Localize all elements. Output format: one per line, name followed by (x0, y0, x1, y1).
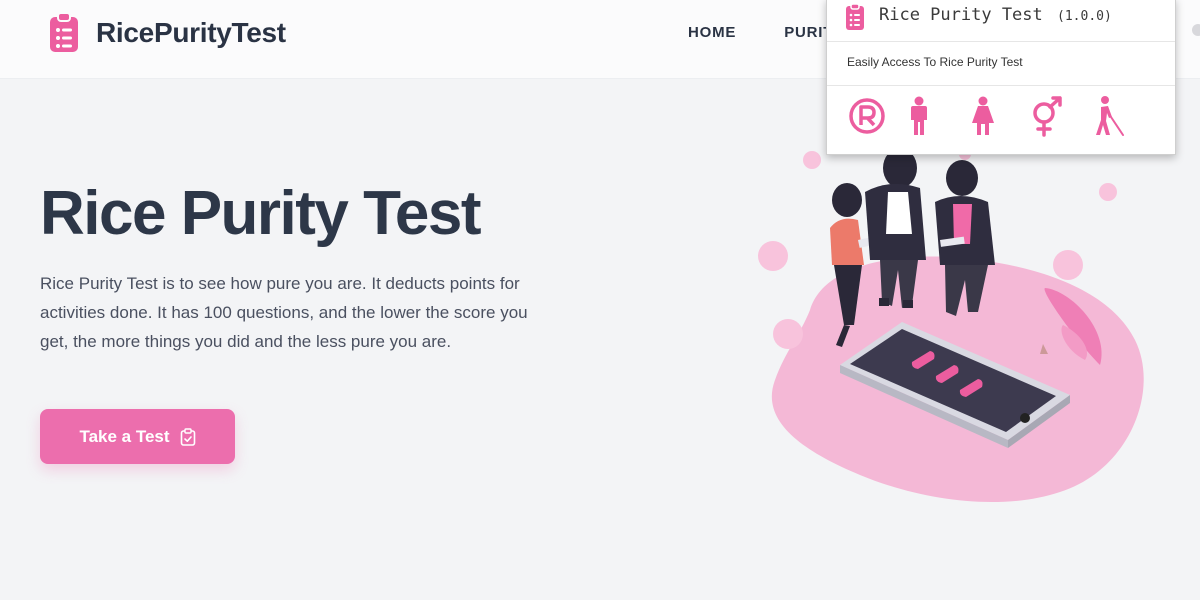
illustration-bubble (758, 241, 788, 271)
illustration-bubble (773, 319, 803, 349)
clipboard-icon (50, 12, 78, 52)
hero-title: Rice Purity Test (40, 179, 482, 248)
hero-illustration (758, 148, 1144, 503)
hero-description: Rice Purity Test is to see how pure you … (40, 274, 528, 351)
walking-cane-icon[interactable] (1089, 95, 1129, 137)
popup-icon-row (827, 93, 1175, 139)
male-icon[interactable] (899, 95, 939, 137)
popup-version: (1.0.0) (1057, 9, 1112, 24)
nav-toggle-circle[interactable] (1192, 24, 1200, 36)
brand-logo[interactable]: RicePurityTest (48, 12, 286, 54)
illustration-bubble (1099, 183, 1117, 201)
clipboard-check-icon (180, 427, 195, 446)
gender-icon[interactable] (1027, 95, 1067, 137)
take-test-label: Take a Test (79, 426, 170, 446)
illustration-bubble (803, 151, 821, 169)
popup-title: Rice Purity Test (1.0.0) (879, 5, 1112, 25)
brand-name: RicePurityTest (96, 17, 286, 48)
illustration-bubble (1053, 250, 1083, 280)
popup-title-text: Rice Purity Test (879, 5, 1043, 25)
popup-subtitle: Easily Access To Rice Purity Test (847, 55, 1023, 69)
registered-icon[interactable] (847, 95, 887, 137)
clipboard-icon (846, 3, 864, 30)
popup-header: Rice Purity Test (1.0.0) (827, 0, 1175, 42)
take-test-button[interactable]: Take a Test (40, 409, 235, 464)
female-icon[interactable] (963, 95, 1003, 137)
nav-item-home[interactable]: HOME (688, 24, 736, 41)
extension-popup: Rice Purity Test (1.0.0) Easily Access T… (826, 0, 1176, 155)
popup-divider (827, 85, 1175, 86)
